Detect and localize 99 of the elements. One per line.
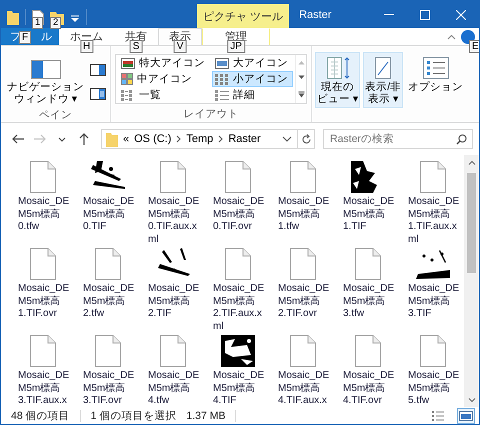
up-arrow-icon[interactable] <box>77 132 91 146</box>
window-title: Raster <box>299 8 332 22</box>
document-icon <box>95 248 121 280</box>
layout-option[interactable]: 特大アイコン <box>118 55 210 71</box>
file-name[interactable]: Mosaic_DE M5m標高 1.TIF.aux.x ml <box>408 196 460 246</box>
group-label: レイアウト <box>182 107 240 122</box>
file-name[interactable]: Mosaic_DE M5m標高 4.TIF.aux.x <box>278 370 330 407</box>
selection-info: 1 個の項目を選択 <box>90 408 176 422</box>
document-icon <box>225 161 251 193</box>
document-icon <box>290 248 316 280</box>
file-name[interactable]: Mosaic_DE M5m標高 0.TIF.ovr <box>213 196 264 234</box>
details-pane-icon[interactable] <box>90 88 106 100</box>
keytip: 2 <box>50 16 62 28</box>
file-name[interactable]: Mosaic_DE M5m標高 3.TIF.aux.x <box>18 370 70 407</box>
checklist-icon <box>420 55 451 81</box>
chevron-icon[interactable] <box>176 135 182 143</box>
document-icon <box>225 248 251 280</box>
keytip: E <box>469 40 479 53</box>
contextual-tab-header: ピクチャ ツール <box>197 4 290 28</box>
preview-pane-icon[interactable] <box>90 64 106 76</box>
breadcrumb[interactable]: OS (C:) <box>134 133 172 145</box>
keytip: V <box>174 40 186 53</box>
document-icon <box>420 161 446 193</box>
file-name[interactable]: Mosaic_DE M5m標高 0.TIF.aux.x ml <box>148 196 200 246</box>
document-icon <box>95 335 121 367</box>
details-icon <box>215 90 229 100</box>
keytip: F <box>18 30 32 44</box>
keytip: H <box>80 40 94 53</box>
file-name[interactable]: Mosaic_DE M5m標高 4.TIF <box>213 370 264 407</box>
document-icon <box>30 248 56 280</box>
document-icon <box>160 161 186 193</box>
item-count: 48 個の項目 <box>11 408 70 422</box>
layout-option[interactable]: 大アイコン <box>212 55 293 71</box>
grid-icon <box>215 74 229 84</box>
group-label: ペイン <box>38 108 73 122</box>
search-icon[interactable] <box>456 134 467 145</box>
breadcrumb[interactable]: Temp <box>186 133 214 145</box>
back-arrow-icon[interactable] <box>11 132 25 146</box>
overflow-mark[interactable]: « <box>123 133 130 145</box>
file-name[interactable]: Mosaic_DE M5m標高 2.tfw <box>83 283 134 320</box>
document-icon <box>160 335 186 367</box>
document-icon <box>355 248 381 280</box>
scroll-down-icon[interactable] <box>468 398 476 402</box>
file-name[interactable]: Mosaic_DE M5m標高 1.tfw <box>278 196 330 234</box>
document-icon <box>355 335 381 367</box>
document-icon <box>290 161 316 193</box>
folder-icon[interactable] <box>7 9 19 25</box>
file-name[interactable]: Mosaic_DE M5m標高 4.tfw <box>148 370 200 407</box>
pane-icon <box>28 57 62 81</box>
document-icon <box>30 335 56 367</box>
search-field[interactable]: Rasterの検索 <box>323 129 473 149</box>
ribbon-button[interactable]: 現在の ビュー ▾ <box>315 52 360 108</box>
file-name[interactable]: Mosaic_DE M5m標高 2.TIF.ovr <box>278 283 330 320</box>
file-name[interactable]: Mosaic_DE M5m標高 2.TIF <box>148 283 200 320</box>
expand-gallery-icon[interactable] <box>298 90 304 98</box>
address-bar[interactable]: « OS (C:) Temp Raster <box>101 129 315 149</box>
image-icon <box>121 58 135 68</box>
layout-option[interactable]: 中アイコン <box>118 71 210 87</box>
keytip: JP <box>227 40 245 53</box>
large-icons-view-button[interactable] <box>457 408 475 424</box>
close-icon[interactable] <box>456 10 466 20</box>
file-name[interactable]: Mosaic_DE M5m標高 1.TIF.ovr <box>18 283 70 320</box>
file-name[interactable]: Mosaic_DE M5m標高 4.TIF.ovr <box>343 370 394 407</box>
keytip: S <box>130 40 142 53</box>
file-tab[interactable]: フ F ル <box>1 28 60 45</box>
document-icon <box>290 335 316 367</box>
scroll-up-icon[interactable] <box>468 160 476 164</box>
navigation-pane-button[interactable]: ナビゲーション ウィンドウ ▾ <box>5 54 86 108</box>
layout-option[interactable]: 詳細 <box>212 87 293 103</box>
ribbon-button[interactable]: オプション <box>406 52 466 96</box>
collapse-ribbon-icon[interactable] <box>447 34 456 40</box>
layout-option[interactable]: 一覧 <box>118 87 210 103</box>
refresh-icon[interactable] <box>300 134 312 144</box>
file-name[interactable]: Mosaic_DE M5m標高 3.TIF <box>408 283 460 320</box>
minimize-icon[interactable] <box>384 14 394 16</box>
file-name[interactable]: Mosaic_DE M5m標高 0.TIF <box>83 196 134 234</box>
breadcrumb[interactable]: Raster <box>228 133 261 145</box>
file-name[interactable]: Mosaic_DE M5m標高 5.tfw <box>408 370 460 407</box>
grid-icon <box>121 73 133 85</box>
dropdown-icon[interactable] <box>282 136 292 142</box>
file-name[interactable]: Mosaic_DE M5m標高 2.TIF.aux.x ml <box>213 283 264 333</box>
chevron-icon[interactable] <box>218 135 224 143</box>
file-name[interactable]: Mosaic_DE M5m標高 0.tfw <box>18 196 70 234</box>
document-icon <box>420 335 446 367</box>
list-icon <box>121 90 135 100</box>
keytip: 1 <box>32 16 44 28</box>
folder-icon <box>106 132 118 146</box>
ribbon-button[interactable]: 表示/非 表示 ▾ <box>363 52 404 108</box>
layout-option[interactable]: 小アイコン <box>212 71 293 87</box>
image-icon <box>215 58 229 68</box>
selection-size: 1.37 MB <box>186 410 226 422</box>
file-name[interactable]: Mosaic_DE M5m標高 3.TIF.ovr <box>83 370 134 407</box>
file-name[interactable]: Mosaic_DE M5m標高 1.TIF <box>343 196 394 234</box>
document-icon <box>30 161 56 193</box>
help-icon[interactable] <box>461 30 475 44</box>
scroll-down-icon[interactable] <box>298 75 304 80</box>
maximize-icon[interactable] <box>420 10 430 20</box>
file-name[interactable]: Mosaic_DE M5m標高 3.tfw <box>343 283 394 320</box>
scrollbar-thumb[interactable] <box>467 173 476 273</box>
